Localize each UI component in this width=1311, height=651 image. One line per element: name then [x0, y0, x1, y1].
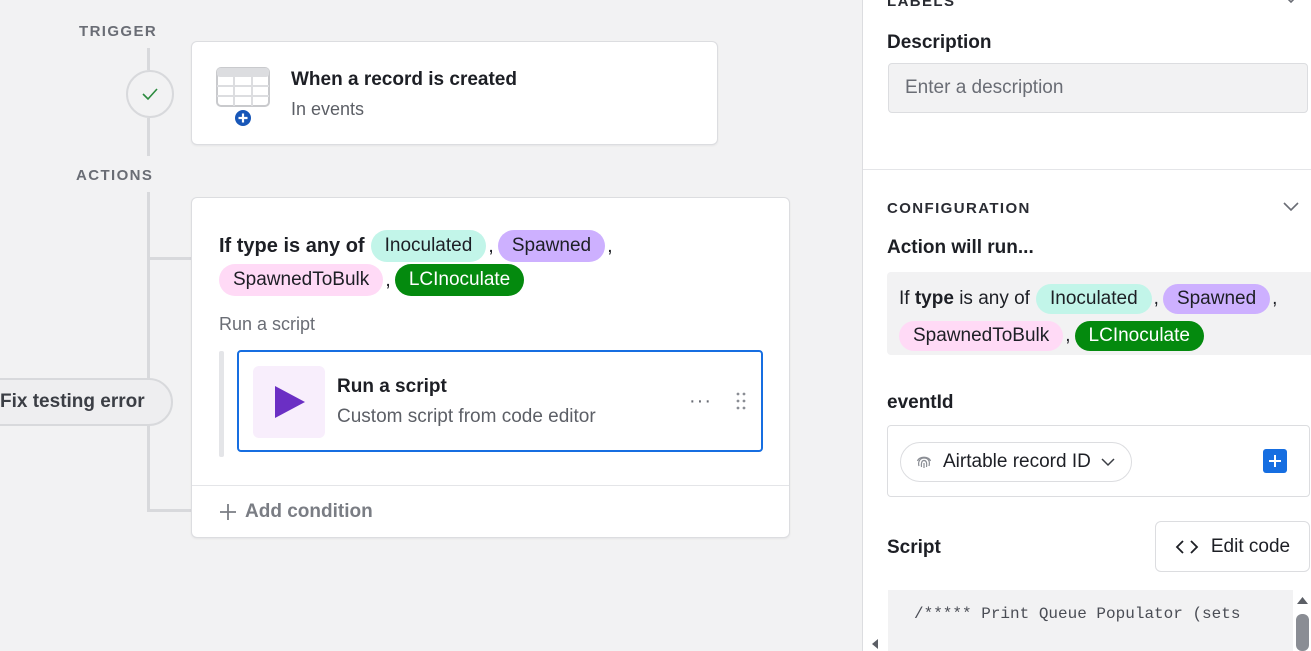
- description-input[interactable]: [888, 63, 1308, 113]
- condition-pill: Inoculated: [370, 230, 487, 262]
- trigger-status: [126, 70, 174, 118]
- configuration-header[interactable]: CONFIGURATION: [887, 200, 1031, 217]
- branch-line: [147, 257, 192, 260]
- chevron-down-icon: [1101, 457, 1115, 466]
- connector-line: [147, 48, 150, 70]
- card-divider: [192, 485, 789, 486]
- scroll-left-arrow-icon[interactable]: [871, 638, 879, 650]
- trigger-card[interactable]: When a record is created In events: [191, 41, 718, 145]
- trigger-section-label: TRIGGER: [79, 23, 158, 40]
- automation-canvas: TRIGGER ACTIONS When a record is created…: [0, 0, 862, 651]
- drag-handle-icon[interactable]: [736, 392, 746, 410]
- record-id-token[interactable]: Airtable record ID: [900, 442, 1132, 482]
- play-icon: [275, 386, 305, 418]
- properties-panel: LABELS Description CONFIGURATION Action …: [862, 0, 1311, 651]
- summary-field: type: [914, 287, 954, 309]
- summary-pill: SpawnedToBulk: [899, 320, 1064, 351]
- code-line: /***** Print Queue Populator (sets: [914, 605, 1241, 623]
- run-script-label: Run a script: [219, 314, 316, 334]
- action-will-run-label: Action will run...: [887, 237, 1034, 258]
- condition-line-1: If type is any of Inoculated, Spawned,: [219, 230, 617, 262]
- eventid-field[interactable]: Airtable record ID: [887, 425, 1310, 497]
- description-label: Description: [887, 32, 992, 53]
- condition-pill: Spawned: [497, 230, 606, 262]
- scrollbar-track: [1296, 597, 1309, 651]
- add-condition-label: Add condition: [245, 501, 373, 522]
- summary-if: If: [899, 287, 910, 309]
- code-preview[interactable]: /***** Print Queue Populator (sets: [888, 590, 1293, 651]
- checkmark-icon: [142, 88, 158, 101]
- condition-pill: LCInoculate: [394, 264, 525, 296]
- actions-section-label: ACTIONS: [76, 167, 154, 184]
- nesting-bar: [219, 351, 224, 457]
- trigger-title: When a record is created: [291, 69, 517, 90]
- condition-pill: SpawnedToBulk: [219, 264, 384, 296]
- run-script-step[interactable]: Run a script Custom script from code edi…: [237, 350, 763, 452]
- summary-pill: Inoculated: [1035, 283, 1152, 314]
- table-add-icon: [216, 67, 270, 126]
- summary-operator: is any of: [959, 287, 1030, 309]
- summary-pill: Spawned: [1162, 283, 1271, 314]
- condition-summary: If type is any of Inoculated, Spawned, S…: [887, 272, 1311, 355]
- labels-header[interactable]: LABELS: [887, 0, 955, 10]
- summary-pill: LCInoculate: [1074, 320, 1204, 351]
- fingerprint-icon: [916, 456, 932, 468]
- chevron-down-icon[interactable]: [1283, 202, 1299, 212]
- script-step-icon-tile: [253, 366, 325, 438]
- condition-line-2: SpawnedToBulk, LCInoculate: [219, 264, 525, 296]
- script-step-subtitle: Custom script from code editor: [337, 406, 596, 427]
- section-divider: [863, 169, 1311, 170]
- insert-value-button[interactable]: [1263, 449, 1287, 473]
- script-label: Script: [887, 537, 941, 558]
- connector-line: [147, 192, 150, 512]
- fix-testing-error-label: Fix testing error: [0, 391, 145, 412]
- edit-code-button[interactable]: Edit code: [1155, 521, 1310, 572]
- condition-prefix: If type is any of: [219, 234, 365, 257]
- chevron-down-icon[interactable]: [1283, 0, 1299, 4]
- add-condition-button[interactable]: Add condition: [219, 501, 373, 523]
- code-icon: [1175, 539, 1199, 554]
- more-options-button[interactable]: ···: [689, 390, 712, 413]
- action-card[interactable]: If type is any of Inoculated, Spawned, S…: [191, 197, 790, 538]
- plus-icon: [220, 504, 236, 520]
- plus-icon: [1269, 455, 1281, 467]
- edit-code-label: Edit code: [1210, 535, 1291, 557]
- branch-line: [147, 509, 192, 512]
- eventid-label: eventId: [887, 392, 954, 413]
- code-scrollbar[interactable]: [1293, 590, 1311, 651]
- connector-line: [147, 118, 150, 156]
- trigger-subtitle: In events: [291, 99, 365, 119]
- record-id-label: Airtable record ID: [943, 451, 1091, 472]
- fix-testing-error-button[interactable]: Fix testing error: [0, 378, 173, 426]
- script-step-title: Run a script: [337, 376, 447, 397]
